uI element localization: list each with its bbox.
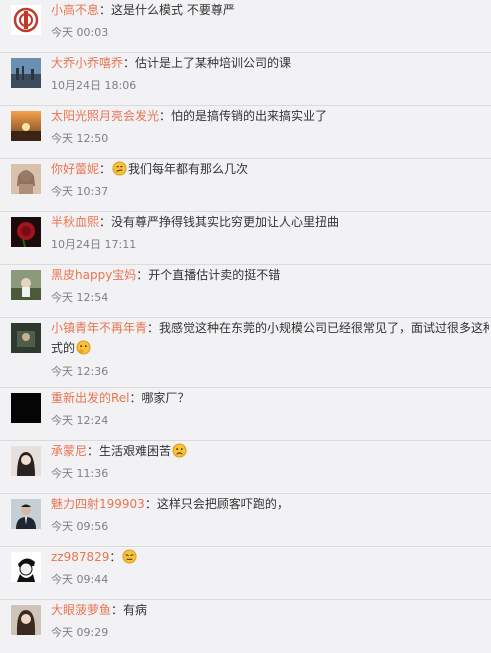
comment-line: 你好蕾妮： 我们每年都有那么几次: [51, 161, 489, 178]
tired-emoji: [122, 549, 137, 564]
comment-item: 黑皮happy宝妈：开个直播估计卖的挺不错 今天 12:54: [0, 265, 491, 318]
username-link[interactable]: zz987829: [51, 550, 109, 564]
comment-item: 重新出发的Rel：哪家厂？ 今天 12:24: [0, 388, 491, 441]
comment-item: 小高不息：这是什么模式 不要尊严 今天 00:03: [0, 0, 491, 53]
username-link[interactable]: 黑皮happy宝妈: [51, 268, 136, 282]
comment-line: 黑皮happy宝妈：开个直播估计卖的挺不错: [51, 267, 489, 284]
comment-text: ：哪家厂？: [129, 391, 190, 405]
comment-item: 半秋血熙：没有尊严挣得钱其实比穷更加让人心里扭曲 10月24日 17:11: [0, 212, 491, 265]
comment-item: zz987829： 今天 09:44: [0, 547, 491, 600]
comment-line: 大眼菠萝鱼：有病: [51, 602, 489, 619]
comment-text: ：这样只会把顾客吓跑的，: [144, 497, 289, 511]
comment-line: 小镇青年不再年青：我感觉这种在东莞的小规模公司已经很常见了，面试过很多这种: [51, 320, 489, 337]
comment-text: ：我感觉这种在东莞的小规模公司已经很常见了，面试过很多这种: [147, 321, 489, 335]
comment-list: 小高不息：这是什么模式 不要尊严 今天 00:03 大乔小乔嘻乔：估计是上了某种…: [0, 0, 491, 649]
comment-item: 太阳光照月亮会发光：怕的是搞传销的出来搞实业了 今天 12:50: [0, 106, 491, 159]
comment-line: 半秋血熙：没有尊严挣得钱其实比穷更加让人心里扭曲: [51, 214, 489, 231]
timestamp: 今天 12:24: [51, 414, 109, 427]
username-link[interactable]: 小镇青年不再年青: [51, 321, 147, 335]
comment-text: ：开个直播估计卖的挺不错: [136, 268, 281, 282]
username-link[interactable]: 半秋血熙: [51, 215, 99, 229]
username-link[interactable]: 太阳光照月亮会发光: [51, 109, 159, 123]
comment-item: 大眼菠萝鱼：有病 今天 09:29: [0, 600, 491, 653]
comment-text: 我们每年都有那么几次: [128, 162, 249, 176]
comment-item: 承蒙尼：生活艰难困苦 今天 11:36: [0, 441, 491, 494]
comment-line: 重新出发的Rel：哪家厂？: [51, 390, 489, 407]
username-link[interactable]: 重新出发的Rel: [51, 391, 130, 405]
comment-item: 你好蕾妮： 我们每年都有那么几次 今天 10:37: [0, 159, 491, 212]
avatar[interactable]: [11, 111, 41, 141]
comment-line: 承蒙尼：生活艰难困苦: [51, 443, 489, 460]
avatar[interactable]: [11, 552, 41, 582]
avatar[interactable]: [11, 446, 41, 476]
avatar[interactable]: [11, 323, 41, 353]
comment-text: ：没有尊严挣得钱其实比穷更加让人心里扭曲: [99, 215, 340, 229]
timestamp: 今天 10:37: [51, 185, 109, 198]
comment-item: 大乔小乔嘻乔：估计是上了某种培训公司的课 10月24日 18:06: [0, 53, 491, 106]
timestamp: 今天 12:36: [51, 365, 109, 378]
timestamp: 10月24日 18:06: [51, 79, 137, 92]
comment-text-continued: 式的: [51, 341, 76, 355]
comment-text: ：估计是上了某种培训公司的课: [123, 56, 292, 70]
username-link[interactable]: 小高不息: [51, 3, 99, 17]
comment-line: zz987829：: [51, 549, 489, 566]
comment-line: 魅力四射199903：这样只会把顾客吓跑的，: [51, 496, 489, 513]
comment-text: ：这是什么模式 不要尊严: [99, 3, 235, 17]
comment-line-continued: 式的: [51, 340, 92, 357]
avatar[interactable]: [11, 58, 41, 88]
avatar[interactable]: [11, 499, 41, 529]
avatar[interactable]: [11, 393, 41, 423]
comment-line: 小高不息：这是什么模式 不要尊严: [51, 2, 489, 19]
timestamp: 今天 11:36: [51, 467, 109, 480]
sad-emoji: [172, 443, 187, 458]
username-link[interactable]: 大眼菠萝鱼: [51, 603, 111, 617]
comment-item: 魅力四射199903：这样只会把顾客吓跑的， 今天 09:56: [0, 494, 491, 547]
username-link[interactable]: 魅力四射199903: [51, 497, 145, 511]
username-link[interactable]: 大乔小乔嘻乔: [51, 56, 123, 70]
avatar[interactable]: [11, 217, 41, 247]
timestamp: 今天 09:29: [51, 626, 109, 639]
avatar[interactable]: [11, 270, 41, 300]
timestamp: 今天 00:03: [51, 26, 109, 39]
timestamp: 今天 09:56: [51, 520, 109, 533]
timestamp: 10月24日 17:11: [51, 238, 137, 251]
comment-text: ：: [109, 550, 122, 564]
comment-text-prefix: ：: [99, 162, 112, 176]
avatar[interactable]: [11, 164, 41, 194]
thinking-emoji: [76, 340, 91, 355]
smirk-emoji: [112, 161, 127, 176]
comment-text: ：怕的是搞传销的出来搞实业了: [159, 109, 328, 123]
comment-line: 大乔小乔嘻乔：估计是上了某种培训公司的课: [51, 55, 489, 72]
timestamp: 今天 12:54: [51, 291, 109, 304]
username-link[interactable]: 你好蕾妮: [51, 162, 99, 176]
timestamp: 今天 09:44: [51, 573, 109, 586]
comment-item: 小镇青年不再年青：我感觉这种在东莞的小规模公司已经很常见了，面试过很多这种 式的…: [0, 318, 491, 388]
username-link[interactable]: 承蒙尼: [51, 444, 87, 458]
timestamp: 今天 12:50: [51, 132, 109, 145]
avatar[interactable]: [11, 5, 41, 35]
comment-text: ：生活艰难困苦: [87, 444, 172, 458]
comment-line: 太阳光照月亮会发光：怕的是搞传销的出来搞实业了: [51, 108, 489, 125]
avatar[interactable]: [11, 605, 41, 635]
comment-text: ：有病: [111, 603, 148, 617]
